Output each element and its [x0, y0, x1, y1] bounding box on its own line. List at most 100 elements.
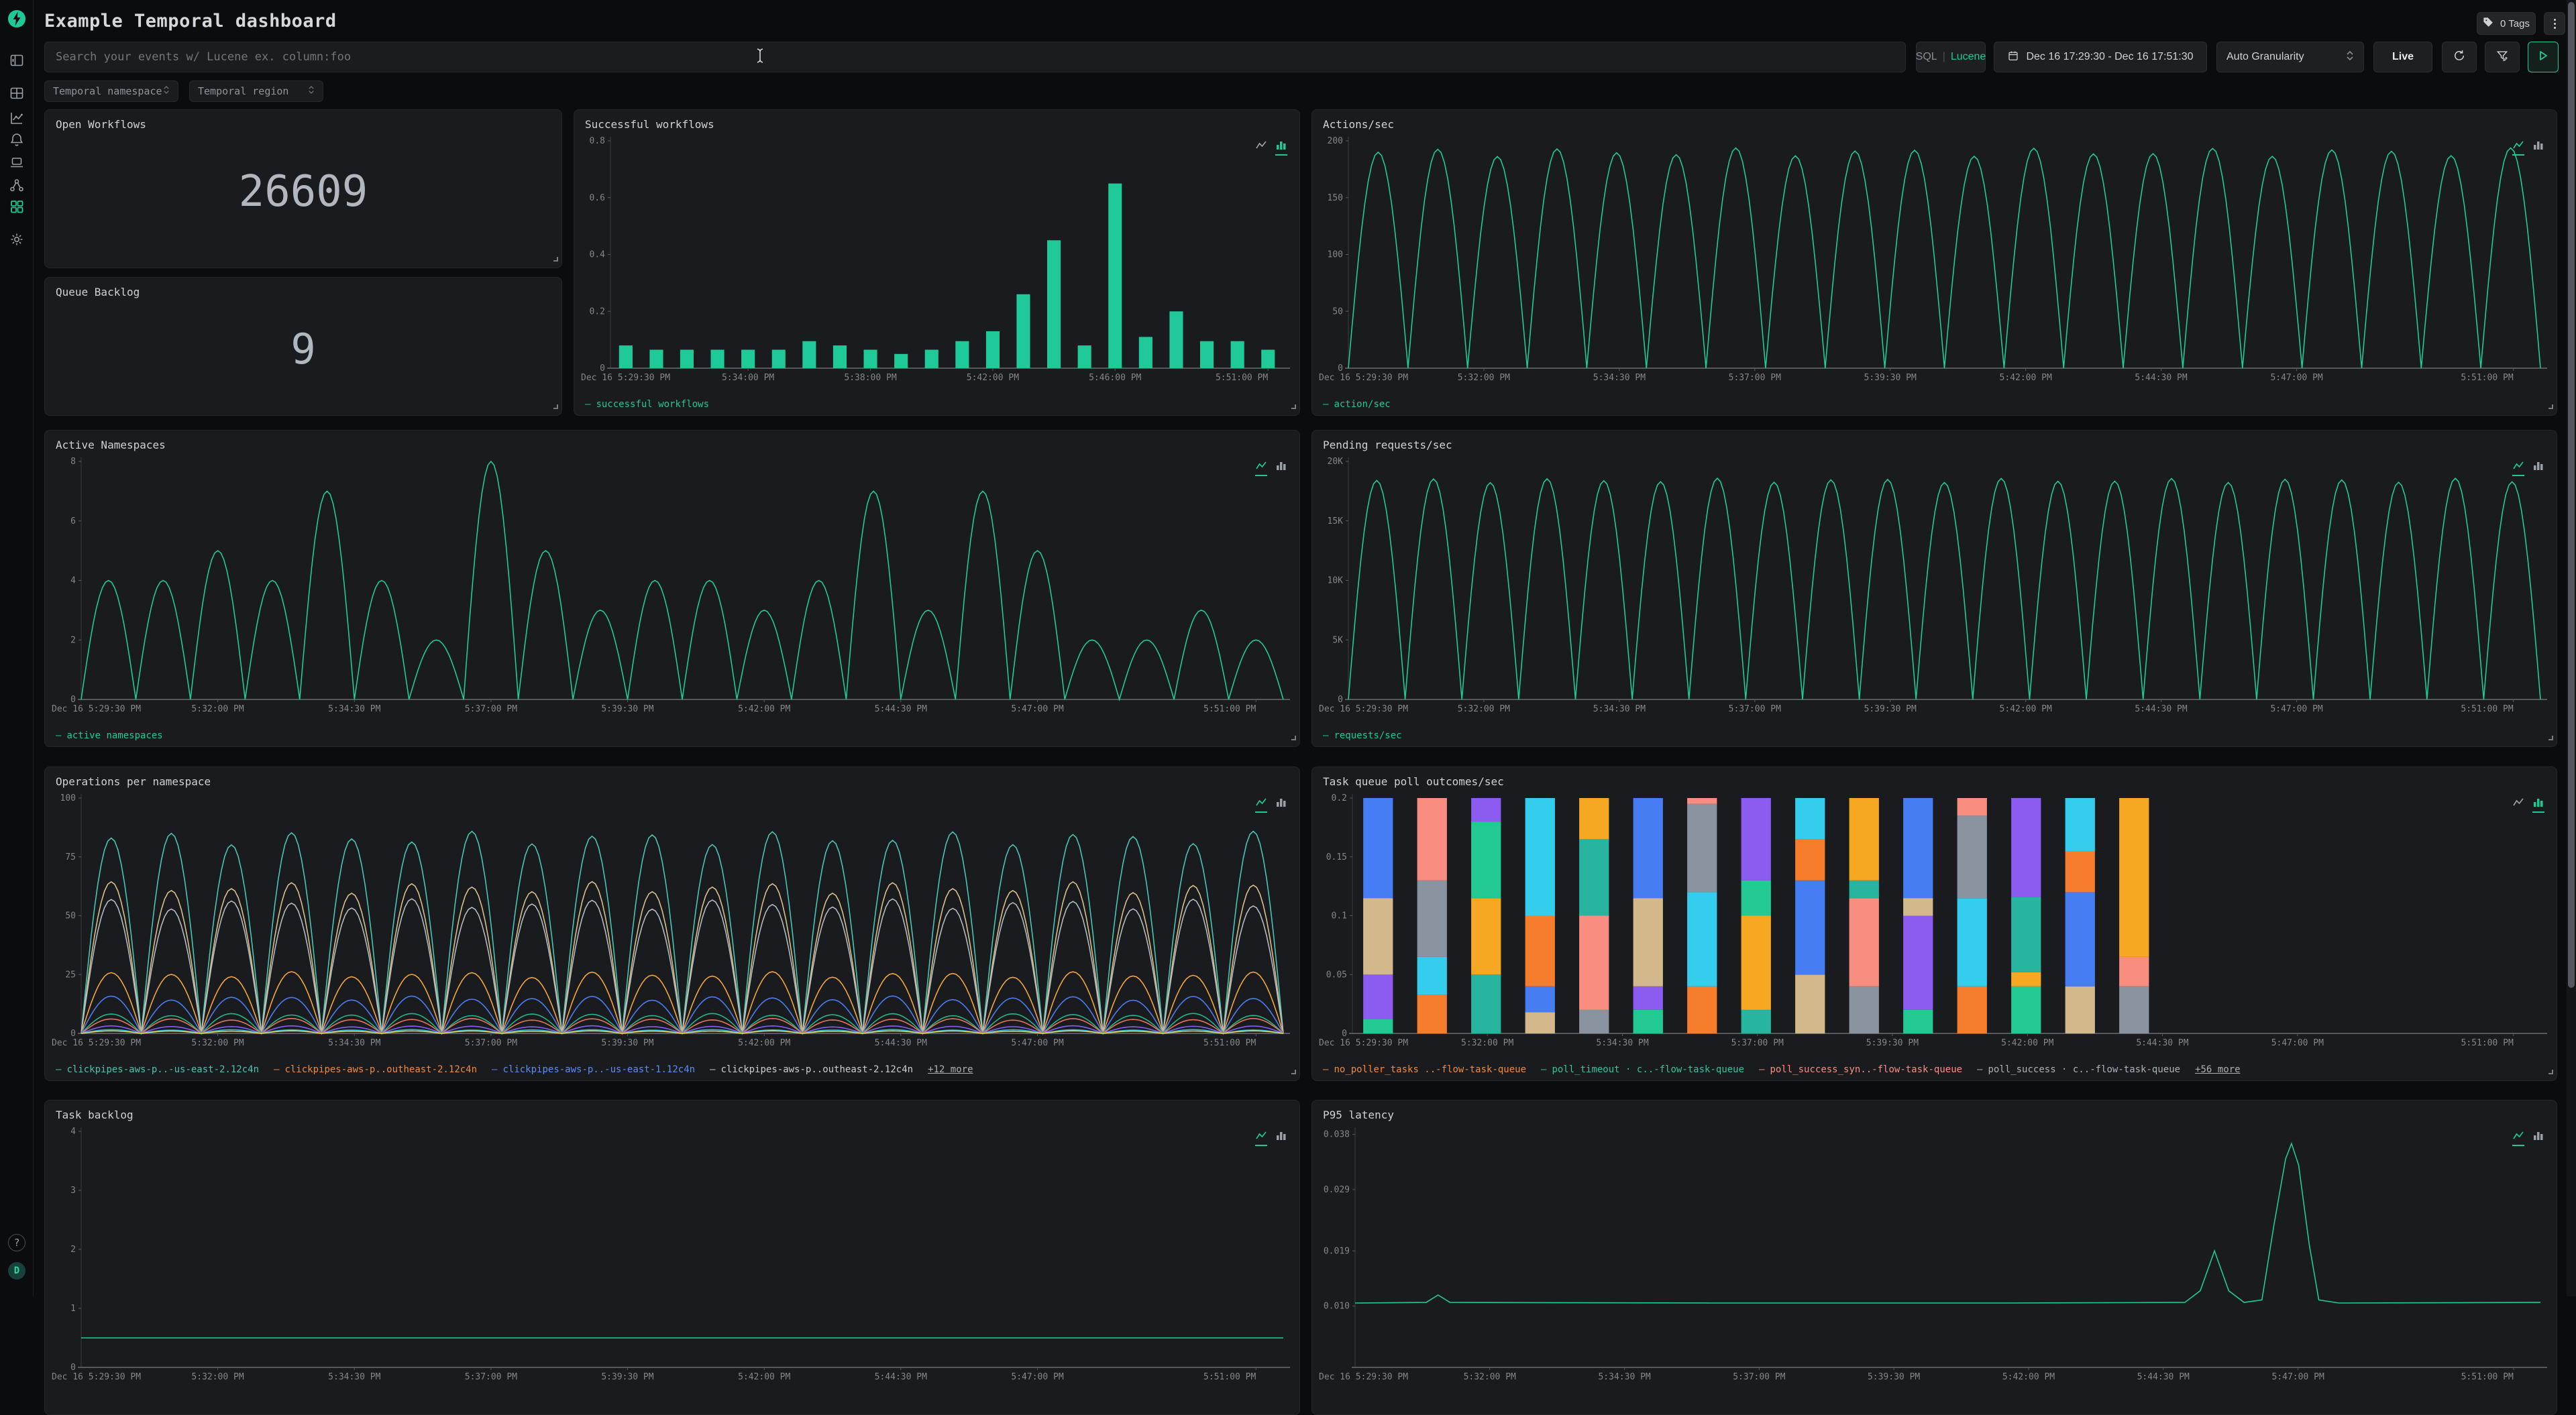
- filter-funnel-icon: [2496, 49, 2509, 66]
- help-button[interactable]: ?: [8, 1234, 25, 1251]
- resize-handle[interactable]: [2546, 730, 2553, 743]
- svg-text:Dec 16 5:29:30 PM: Dec 16 5:29:30 PM: [1319, 704, 1408, 714]
- resize-handle[interactable]: [551, 251, 558, 264]
- bar-chart-toggle-icon[interactable]: [1275, 139, 1287, 156]
- actions-per-sec-chart[interactable]: 050100150200Dec 16 5:29:30 PM5:32:00 PM5…: [1318, 133, 2548, 386]
- svg-text:5:42:00 PM: 5:42:00 PM: [738, 1372, 790, 1382]
- alerts-bell-icon[interactable]: [9, 131, 25, 148]
- svg-text:2: 2: [70, 1245, 76, 1255]
- bar-chart-toggle-icon[interactable]: [1275, 460, 1287, 476]
- svg-text:5:39:30 PM: 5:39:30 PM: [601, 1372, 653, 1382]
- vertical-scrollbar-track[interactable]: [2567, 0, 2576, 1296]
- svg-text:5:39:30 PM: 5:39:30 PM: [601, 1038, 653, 1048]
- line-chart-toggle-icon[interactable]: [2512, 1130, 2524, 1146]
- svg-text:Dec 16 5:29:30 PM: Dec 16 5:29:30 PM: [1319, 373, 1408, 383]
- bar-chart-toggle-icon[interactable]: [1275, 797, 1287, 813]
- line-chart-toggle-icon[interactable]: [2512, 460, 2524, 476]
- p95-latency-chart[interactable]: 0.0380.0290.0190.010Dec 16 5:29:30 PM5:3…: [1318, 1123, 2548, 1385]
- legend-item[interactable]: —active namespaces: [56, 730, 163, 741]
- bar-chart-toggle-icon[interactable]: [2532, 460, 2544, 476]
- filter-chip-temporal-namespace[interactable]: Temporal namespace: [44, 80, 178, 102]
- task-queue-poll-outcomes-chart[interactable]: 00.050.10.150.2Dec 16 5:29:30 PM5:32:00 …: [1318, 790, 2548, 1051]
- svg-text:5:34:30 PM: 5:34:30 PM: [328, 1038, 380, 1048]
- run-query-play-button[interactable]: [2528, 42, 2559, 72]
- operations-per-namespace-chart[interactable]: 0255075100Dec 16 5:29:30 PM5:32:00 PM5:3…: [50, 790, 1291, 1051]
- resize-handle[interactable]: [1289, 1064, 1296, 1077]
- svg-text:0.6: 0.6: [590, 193, 605, 203]
- pending-requests-chart[interactable]: 05K10K15K20KDec 16 5:29:30 PM5:32:00 PM5…: [1318, 453, 2548, 717]
- grid-view-icon[interactable]: [9, 85, 25, 101]
- app-logo-icon[interactable]: [7, 9, 26, 28]
- legend-item[interactable]: —clickpipes-aws-p..-us-east-2.12c4n: [56, 1064, 259, 1075]
- legend-more-link[interactable]: +56 more: [2195, 1064, 2240, 1075]
- panel-title: Queue Backlog: [56, 286, 140, 298]
- bar-chart-toggle-icon[interactable]: [1275, 1130, 1287, 1146]
- resize-handle[interactable]: [2546, 399, 2553, 412]
- legend-item[interactable]: —poll_success · c..-flow-task-queue: [1977, 1064, 2180, 1075]
- tags-button[interactable]: 0 Tags: [2477, 12, 2536, 35]
- task-backlog-chart[interactable]: 01234Dec 16 5:29:30 PM5:32:00 PM5:34:30 …: [50, 1123, 1291, 1385]
- line-chart-toggle-icon[interactable]: [1255, 460, 1267, 476]
- legend-item[interactable]: —no_poller_tasks ..-flow-task-queue: [1323, 1064, 1526, 1075]
- legend-more-link[interactable]: +12 more: [928, 1064, 973, 1075]
- panel-title: Pending requests/sec: [1323, 439, 1452, 451]
- legend-item[interactable]: —action/sec: [1323, 399, 1391, 410]
- svg-text:20K: 20K: [1328, 457, 1344, 467]
- share-graph-icon[interactable]: [9, 177, 25, 193]
- query-mode-toggle[interactable]: SQL | Lucene: [1916, 42, 1986, 72]
- vertical-scrollbar-thumb[interactable]: [2568, 2, 2575, 988]
- legend-item[interactable]: —poll_timeout · c..-flow-task-queue: [1541, 1064, 1744, 1075]
- legend-item[interactable]: —clickpipes-aws-p..outheast-2.12c4n: [274, 1064, 477, 1075]
- host-laptop-icon[interactable]: [9, 154, 25, 170]
- svg-text:5:39:30 PM: 5:39:30 PM: [1868, 1372, 1920, 1382]
- svg-text:0: 0: [1338, 363, 1343, 374]
- chart-legend: —successful workflows: [585, 399, 709, 410]
- resize-handle[interactable]: [551, 399, 558, 412]
- resize-handle[interactable]: [2546, 1064, 2553, 1077]
- legend-item[interactable]: —successful workflows: [585, 399, 709, 410]
- play-icon: [2538, 50, 2548, 64]
- user-avatar[interactable]: D: [8, 1262, 25, 1280]
- refresh-button[interactable]: [2442, 42, 2477, 72]
- panel-successful-workflows: Successful workflows 00.20.40.60.8Dec 16…: [574, 109, 1300, 416]
- metrics-chart-icon[interactable]: [9, 110, 25, 126]
- bar-chart-toggle-icon[interactable]: [2532, 139, 2544, 156]
- filter-edit-button[interactable]: [2485, 42, 2520, 72]
- dashboards-tiles-icon[interactable]: [9, 199, 25, 215]
- bar-chart-toggle-icon[interactable]: [2532, 797, 2544, 813]
- settings-gear-icon[interactable]: [9, 231, 25, 247]
- line-chart-toggle-icon[interactable]: [1255, 1130, 1267, 1146]
- line-chart-toggle-icon[interactable]: [1255, 139, 1267, 156]
- live-button[interactable]: Live: [2373, 42, 2432, 72]
- panel-pending-requests: Pending requests/sec 05K10K15K20KDec 16 …: [1311, 430, 2557, 747]
- stat-value: 26609: [45, 167, 561, 217]
- panel-p95-latency: P95 latency 0.0380.0290.0190.010Dec 16 5…: [1311, 1100, 2557, 1415]
- resize-handle[interactable]: [1289, 399, 1296, 412]
- filter-chip-temporal-region[interactable]: Temporal region: [189, 80, 323, 102]
- search-input[interactable]: [44, 42, 1906, 72]
- legend-item[interactable]: —requests/sec: [1323, 730, 1402, 741]
- legend-item[interactable]: —poll_success_syn..-flow-task-queue: [1759, 1064, 1962, 1075]
- svg-text:150: 150: [1328, 193, 1343, 203]
- resize-handle[interactable]: [1289, 730, 1296, 743]
- line-chart-toggle-icon[interactable]: [1255, 797, 1267, 813]
- svg-text:5:32:00 PM: 5:32:00 PM: [1458, 373, 1510, 383]
- legend-item[interactable]: —clickpipes-aws-p..-us-east-1.12c4n: [492, 1064, 695, 1075]
- granularity-select[interactable]: Auto Granularity: [2216, 42, 2364, 72]
- more-options-kebab-button[interactable]: [2544, 12, 2565, 35]
- chart-legend: —requests/sec: [1323, 730, 1402, 741]
- time-range-picker[interactable]: Dec 16 17:29:30 - Dec 16 17:51:30: [1994, 42, 2207, 72]
- line-chart-toggle-icon[interactable]: [2512, 139, 2524, 156]
- panel-title: Task backlog: [56, 1109, 133, 1121]
- panel-active-namespaces: Active Namespaces 02468Dec 16 5:29:30 PM…: [44, 430, 1300, 747]
- svg-text:5:44:30 PM: 5:44:30 PM: [875, 1038, 927, 1048]
- line-chart-toggle-icon[interactable]: [2512, 797, 2524, 813]
- svg-text:5:47:00 PM: 5:47:00 PM: [2272, 1372, 2324, 1382]
- bar-chart-toggle-icon[interactable]: [2532, 1130, 2544, 1146]
- panel-toggle-icon[interactable]: [9, 52, 25, 68]
- panel-title: Actions/sec: [1323, 118, 1394, 131]
- successful-workflows-chart[interactable]: 00.20.40.60.8Dec 16 5:29:30 PM5:34:00 PM…: [580, 133, 1291, 386]
- legend-item[interactable]: —clickpipes-aws-p..outheast-2.12c4n: [710, 1064, 913, 1075]
- active-namespaces-chart[interactable]: 02468Dec 16 5:29:30 PM5:32:00 PM5:34:30 …: [50, 453, 1291, 717]
- svg-text:0.029: 0.029: [1324, 1185, 1350, 1195]
